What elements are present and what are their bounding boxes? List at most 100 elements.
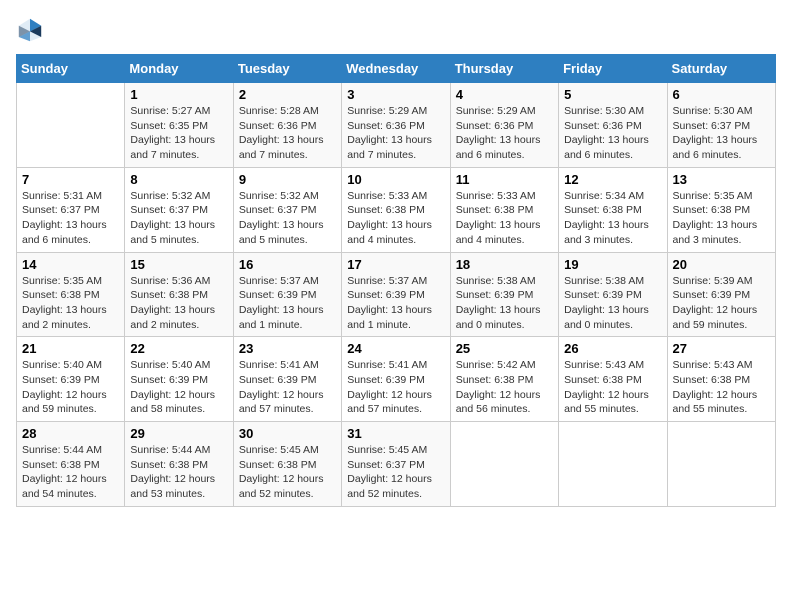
week-row-1: 1Sunrise: 5:27 AMSunset: 6:35 PMDaylight…: [17, 83, 776, 168]
header-monday: Monday: [125, 55, 233, 83]
day-number: 18: [456, 257, 553, 272]
calendar-cell: 26 Sunrise: 5:43 AMSunset: 6:38 PMDayligh…: [559, 337, 667, 422]
day-number: 29: [130, 426, 227, 441]
calendar-cell: 22 Sunrise: 5:40 AMSunset: 6:39 PMDayligh…: [125, 337, 233, 422]
day-info: Sunrise: 5:40 AMSunset: 6:39 PMDaylight:…: [130, 358, 227, 417]
day-number: 14: [22, 257, 119, 272]
day-info: Sunrise: 5:35 AMSunset: 6:38 PMDaylight:…: [22, 274, 119, 333]
day-number: 28: [22, 426, 119, 441]
header-sunday: Sunday: [17, 55, 125, 83]
day-number: 6: [673, 87, 770, 102]
day-info: Sunrise: 5:29 AMSunset: 6:36 PMDaylight:…: [456, 104, 553, 163]
calendar-cell: 13Sunrise: 5:35 AMSunset: 6:38 PMDayligh…: [667, 167, 775, 252]
week-row-2: 7 Sunrise: 5:31 AMSunset: 6:37 PMDaylight…: [17, 167, 776, 252]
day-number: 4: [456, 87, 553, 102]
day-number: 8: [130, 172, 227, 187]
calendar-cell: 9 Sunrise: 5:32 AMSunset: 6:37 PMDaylight…: [233, 167, 341, 252]
calendar-cell: 16 Sunrise: 5:37 AMSunset: 6:39 PMDayligh…: [233, 252, 341, 337]
day-info: Sunrise: 5:45 AMSunset: 6:37 PMDaylight:…: [347, 443, 444, 502]
day-info: Sunrise: 5:32 AMSunset: 6:37 PMDaylight:…: [239, 189, 336, 248]
day-info: Sunrise: 5:35 AMSunset: 6:38 PMDaylight:…: [673, 189, 770, 248]
day-info: Sunrise: 5:41 AMSunset: 6:39 PMDaylight:…: [239, 358, 336, 417]
calendar-cell: 8 Sunrise: 5:32 AMSunset: 6:37 PMDaylight…: [125, 167, 233, 252]
day-number: 22: [130, 341, 227, 356]
day-info: Sunrise: 5:40 AMSunset: 6:39 PMDaylight:…: [22, 358, 119, 417]
day-number: 2: [239, 87, 336, 102]
day-info: Sunrise: 5:32 AMSunset: 6:37 PMDaylight:…: [130, 189, 227, 248]
header-friday: Friday: [559, 55, 667, 83]
calendar-cell: [559, 422, 667, 507]
calendar-cell: 24Sunrise: 5:41 AMSunset: 6:39 PMDayligh…: [342, 337, 450, 422]
calendar-cell: 31 Sunrise: 5:45 AMSunset: 6:37 PMDayligh…: [342, 422, 450, 507]
day-number: 15: [130, 257, 227, 272]
header: [16, 16, 776, 44]
calendar-cell: 20 Sunrise: 5:39 AMSunset: 6:39 PMDayligh…: [667, 252, 775, 337]
calendar-cell: 10 Sunrise: 5:33 AMSunset: 6:38 PMDayligh…: [342, 167, 450, 252]
day-number: 5: [564, 87, 661, 102]
calendar-cell: 12 Sunrise: 5:34 AMSunset: 6:38 PMDayligh…: [559, 167, 667, 252]
calendar-cell: 17 Sunrise: 5:37 AMSunset: 6:39 PMDayligh…: [342, 252, 450, 337]
calendar-cell: 28 Sunrise: 5:44 AMSunset: 6:38 PMDayligh…: [17, 422, 125, 507]
week-row-5: 28 Sunrise: 5:44 AMSunset: 6:38 PMDayligh…: [17, 422, 776, 507]
day-info: Sunrise: 5:34 AMSunset: 6:38 PMDaylight:…: [564, 189, 661, 248]
day-number: 12: [564, 172, 661, 187]
day-info: Sunrise: 5:33 AMSunset: 6:38 PMDaylight:…: [456, 189, 553, 248]
day-info: Sunrise: 5:36 AMSunset: 6:38 PMDaylight:…: [130, 274, 227, 333]
calendar-header-row: SundayMondayTuesdayWednesdayThursdayFrid…: [17, 55, 776, 83]
calendar-cell: 4 Sunrise: 5:29 AMSunset: 6:36 PMDaylight…: [450, 83, 558, 168]
day-number: 26: [564, 341, 661, 356]
day-info: Sunrise: 5:43 AMSunset: 6:38 PMDaylight:…: [564, 358, 661, 417]
day-number: 19: [564, 257, 661, 272]
header-thursday: Thursday: [450, 55, 558, 83]
calendar-cell: [17, 83, 125, 168]
day-info: Sunrise: 5:33 AMSunset: 6:38 PMDaylight:…: [347, 189, 444, 248]
calendar-cell: [450, 422, 558, 507]
week-row-3: 14 Sunrise: 5:35 AMSunset: 6:38 PMDayligh…: [17, 252, 776, 337]
calendar-cell: [667, 422, 775, 507]
day-number: 9: [239, 172, 336, 187]
day-number: 23: [239, 341, 336, 356]
calendar-table: SundayMondayTuesdayWednesdayThursdayFrid…: [16, 54, 776, 507]
header-wednesday: Wednesday: [342, 55, 450, 83]
day-number: 31: [347, 426, 444, 441]
calendar-cell: 21 Sunrise: 5:40 AMSunset: 6:39 PMDayligh…: [17, 337, 125, 422]
day-info: Sunrise: 5:43 AMSunset: 6:38 PMDaylight:…: [673, 358, 770, 417]
calendar-cell: 19 Sunrise: 5:38 AMSunset: 6:39 PMDayligh…: [559, 252, 667, 337]
day-info: Sunrise: 5:29 AMSunset: 6:36 PMDaylight:…: [347, 104, 444, 163]
day-info: Sunrise: 5:37 AMSunset: 6:39 PMDaylight:…: [239, 274, 336, 333]
day-number: 1: [130, 87, 227, 102]
day-number: 10: [347, 172, 444, 187]
day-number: 11: [456, 172, 553, 187]
day-number: 20: [673, 257, 770, 272]
day-info: Sunrise: 5:37 AMSunset: 6:39 PMDaylight:…: [347, 274, 444, 333]
calendar-cell: 1Sunrise: 5:27 AMSunset: 6:35 PMDaylight…: [125, 83, 233, 168]
day-info: Sunrise: 5:44 AMSunset: 6:38 PMDaylight:…: [22, 443, 119, 502]
day-number: 25: [456, 341, 553, 356]
day-info: Sunrise: 5:28 AMSunset: 6:36 PMDaylight:…: [239, 104, 336, 163]
day-info: Sunrise: 5:42 AMSunset: 6:38 PMDaylight:…: [456, 358, 553, 417]
day-info: Sunrise: 5:38 AMSunset: 6:39 PMDaylight:…: [564, 274, 661, 333]
day-info: Sunrise: 5:31 AMSunset: 6:37 PMDaylight:…: [22, 189, 119, 248]
day-info: Sunrise: 5:39 AMSunset: 6:39 PMDaylight:…: [673, 274, 770, 333]
calendar-cell: 30 Sunrise: 5:45 AMSunset: 6:38 PMDayligh…: [233, 422, 341, 507]
day-number: 17: [347, 257, 444, 272]
day-number: 21: [22, 341, 119, 356]
day-number: 27: [673, 341, 770, 356]
day-number: 7: [22, 172, 119, 187]
logo: [16, 16, 48, 44]
day-info: Sunrise: 5:30 AMSunset: 6:36 PMDaylight:…: [564, 104, 661, 163]
week-row-4: 21 Sunrise: 5:40 AMSunset: 6:39 PMDayligh…: [17, 337, 776, 422]
day-info: Sunrise: 5:38 AMSunset: 6:39 PMDaylight:…: [456, 274, 553, 333]
day-number: 16: [239, 257, 336, 272]
calendar-cell: 6Sunrise: 5:30 AMSunset: 6:37 PMDaylight…: [667, 83, 775, 168]
calendar-cell: 15 Sunrise: 5:36 AMSunset: 6:38 PMDayligh…: [125, 252, 233, 337]
calendar-cell: 3 Sunrise: 5:29 AMSunset: 6:36 PMDaylight…: [342, 83, 450, 168]
calendar-cell: 5 Sunrise: 5:30 AMSunset: 6:36 PMDaylight…: [559, 83, 667, 168]
day-info: Sunrise: 5:45 AMSunset: 6:38 PMDaylight:…: [239, 443, 336, 502]
calendar-cell: 14 Sunrise: 5:35 AMSunset: 6:38 PMDayligh…: [17, 252, 125, 337]
day-info: Sunrise: 5:44 AMSunset: 6:38 PMDaylight:…: [130, 443, 227, 502]
calendar-cell: 2 Sunrise: 5:28 AMSunset: 6:36 PMDaylight…: [233, 83, 341, 168]
calendar-cell: 29 Sunrise: 5:44 AMSunset: 6:38 PMDayligh…: [125, 422, 233, 507]
day-number: 3: [347, 87, 444, 102]
day-number: 30: [239, 426, 336, 441]
